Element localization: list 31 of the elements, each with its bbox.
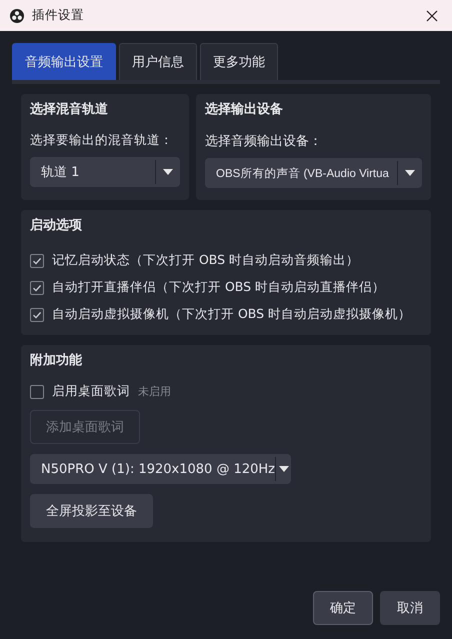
group-heading: 启动选项 bbox=[30, 216, 83, 234]
app-logo-icon bbox=[10, 8, 24, 22]
checkmark-icon bbox=[32, 310, 42, 320]
checkbox-label[interactable]: 自动启动虚拟摄像机（下次打开 OBS 时自动启动虚拟摄像机） bbox=[52, 306, 412, 323]
track-dropdown[interactable]: 轨道 1 bbox=[30, 157, 180, 187]
checkbox[interactable] bbox=[30, 254, 44, 268]
checkbox-label[interactable]: 记忆启动状态（下次打开 OBS 时自动启动音频输出） bbox=[52, 252, 360, 269]
close-icon[interactable] bbox=[426, 10, 438, 22]
window-title: 插件设置 bbox=[32, 7, 85, 24]
checkbox[interactable] bbox=[30, 384, 44, 398]
caret-icon bbox=[275, 457, 291, 481]
status-text: 未启用 bbox=[138, 384, 171, 399]
checkmark-icon bbox=[32, 282, 42, 292]
tab[interactable]: 用户信息 bbox=[119, 43, 197, 80]
checkbox[interactable] bbox=[30, 308, 44, 322]
display-dropdown[interactable]: N50PRO V (1): 1920x1080 @ 120Hz bbox=[30, 454, 291, 484]
projector-button[interactable]: 全屏投影至设备 bbox=[30, 494, 153, 528]
group-heading: 附加功能 bbox=[30, 352, 83, 369]
device-dropdown[interactable]: OBS所有的声音 (VB-Audio Virtua bbox=[205, 158, 422, 188]
checkbox[interactable] bbox=[30, 280, 44, 294]
checkbox-label[interactable]: 自动打开直播伴侣（下次打开 OBS 时自动启动直播伴侣） bbox=[52, 279, 386, 296]
group-heading: 选择输出设备 bbox=[205, 101, 284, 118]
dialog-button[interactable]: 取消 bbox=[380, 591, 440, 625]
checkmark-icon bbox=[32, 256, 42, 266]
group-heading: 选择混音轨道 bbox=[30, 100, 109, 118]
field-label: 选择音频输出设备： bbox=[205, 133, 323, 150]
dialog-button[interactable]: 确定 bbox=[313, 591, 373, 625]
tab[interactable]: 音频输出设置 bbox=[12, 43, 116, 80]
field-label: 选择要输出的混音轨道： bbox=[30, 132, 174, 149]
tab[interactable]: 更多功能 bbox=[200, 43, 278, 80]
checkbox-label[interactable]: 启用桌面歌词 bbox=[52, 383, 130, 400]
